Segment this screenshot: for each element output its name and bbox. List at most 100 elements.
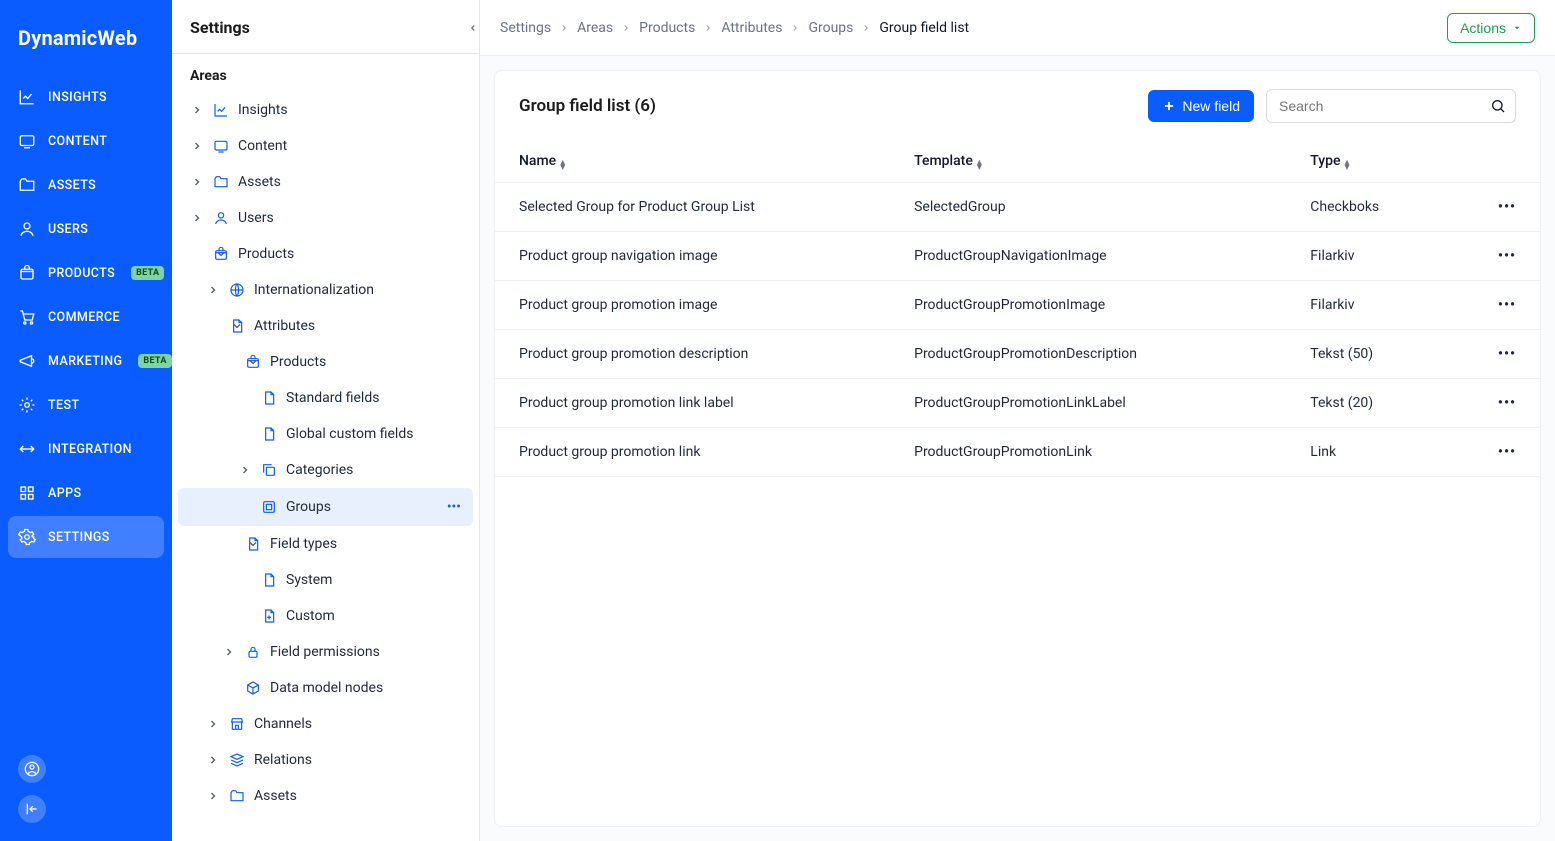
nav-item-integration[interactable]: INTEGRATION — [0, 428, 172, 470]
tree-item-field-types[interactable]: Field types — [172, 526, 479, 562]
table-row[interactable]: Selected Group for Product Group List Se… — [495, 183, 1540, 232]
nav-item-products[interactable]: PRODUCTSBETA — [0, 252, 172, 294]
breadcrumb-products[interactable]: Products — [639, 20, 695, 36]
tree-item-categories[interactable]: Categories — [172, 452, 479, 488]
table-row[interactable]: Product group promotion link ProductGrou… — [495, 428, 1540, 477]
tree-item-relations[interactable]: Relations — [172, 742, 479, 778]
tree-item-standard-fields[interactable]: Standard fields — [172, 380, 479, 416]
caret-right-icon — [206, 789, 220, 803]
tree-item-attributes[interactable]: Attributes — [172, 308, 479, 344]
search-input[interactable] — [1266, 89, 1516, 123]
tree-item-products[interactable]: Products — [172, 344, 479, 380]
cell-template: ProductGroupPromotionDescription — [890, 330, 1286, 379]
row-actions-button[interactable]: ••• — [1474, 281, 1540, 330]
tree-item-label: Field permissions — [270, 644, 467, 660]
tree-item-insights[interactable]: Insights — [172, 92, 479, 128]
caret-right-icon — [190, 139, 204, 153]
tree-item-products[interactable]: Products — [172, 236, 479, 272]
actions-dropdown[interactable]: Actions — [1447, 13, 1535, 43]
chevron-right-icon — [621, 23, 631, 33]
nav-item-insights[interactable]: INSIGHTS — [0, 76, 172, 118]
breadcrumb-attributes[interactable]: Attributes — [721, 20, 782, 36]
sort-icon: ▴▾ — [560, 160, 565, 170]
collapse-nav-button[interactable] — [18, 795, 46, 823]
user-circle-icon — [24, 761, 40, 777]
table-row[interactable]: Product group navigation image ProductGr… — [495, 232, 1540, 281]
tree-item-internationalization[interactable]: Internationalization — [172, 272, 479, 308]
nav-item-assets[interactable]: ASSETS — [0, 164, 172, 206]
table-row[interactable]: Product group promotion description Prod… — [495, 330, 1540, 379]
tree-item-data-model-nodes[interactable]: Data model nodes — [172, 670, 479, 706]
tree-item-label: Standard fields — [286, 390, 467, 406]
tree-item-field-permissions[interactable]: Field permissions — [172, 634, 479, 670]
tree-item-custom[interactable]: Custom — [172, 598, 479, 634]
cell-template: ProductGroupPromotionLink — [890, 428, 1286, 477]
tree-item-label: Insights — [238, 102, 467, 118]
breadcrumb-groups[interactable]: Groups — [808, 20, 853, 36]
products-icon — [18, 264, 36, 282]
cell-type: Tekst (20) — [1286, 379, 1474, 428]
new-field-button[interactable]: New field — [1148, 90, 1254, 122]
insights-icon — [18, 88, 36, 106]
nav-item-test[interactable]: TEST — [0, 384, 172, 426]
column-header-template[interactable]: Template▴▾ — [890, 141, 1286, 183]
tree-item-label: Field types — [270, 536, 467, 552]
row-actions-button[interactable]: ••• — [1474, 428, 1540, 477]
tree-item-label: Groups — [286, 499, 433, 515]
file-icon — [260, 389, 278, 407]
breadcrumb-settings[interactable]: Settings — [500, 20, 551, 36]
cell-type: Filarkiv — [1286, 281, 1474, 330]
tree-item-system[interactable]: System — [172, 562, 479, 598]
caret-down-icon — [190, 247, 204, 261]
cell-name: Selected Group for Product Group List — [495, 183, 890, 232]
column-header-name[interactable]: Name▴▾ — [495, 141, 890, 183]
tree-item-groups[interactable]: Groups ••• — [178, 488, 473, 526]
row-actions-button[interactable]: ••• — [1474, 232, 1540, 281]
cell-name: Product group promotion image — [495, 281, 890, 330]
nav-item-marketing[interactable]: MARKETINGBETA — [0, 340, 172, 382]
secondary-nav: Settings Areas Insights Content Assets U… — [172, 0, 480, 841]
caret-none-icon — [238, 609, 252, 623]
caret-right-icon — [206, 753, 220, 767]
nav-item-apps[interactable]: APPS — [0, 472, 172, 514]
cell-template: ProductGroupPromotionLinkLabel — [890, 379, 1286, 428]
column-header-type[interactable]: Type▴▾ — [1286, 141, 1474, 183]
sort-icon: ▴▾ — [977, 160, 982, 170]
file-icon — [260, 425, 278, 443]
table-row[interactable]: Product group promotion link label Produ… — [495, 379, 1540, 428]
breadcrumb-areas[interactable]: Areas — [577, 20, 613, 36]
secondary-collapse-handle[interactable] — [466, 0, 480, 56]
tree-item-label: Relations — [254, 752, 467, 768]
tree-item-label: Global custom fields — [286, 426, 467, 442]
cell-type: Filarkiv — [1286, 232, 1474, 281]
row-actions-button[interactable]: ••• — [1474, 183, 1540, 232]
integration-icon — [18, 440, 36, 458]
plus-icon — [1162, 99, 1176, 113]
nav-item-settings[interactable]: SETTINGS — [8, 516, 164, 558]
nav-item-commerce[interactable]: COMMERCE — [0, 296, 172, 338]
tree-item-assets[interactable]: Assets — [172, 778, 479, 814]
tree-item-users[interactable]: Users — [172, 200, 479, 236]
table-row[interactable]: Product group promotion image ProductGro… — [495, 281, 1540, 330]
tree-item-more-button[interactable]: ••• — [441, 497, 467, 517]
nav-item-content[interactable]: CONTENT — [0, 120, 172, 162]
user-account-button[interactable] — [18, 755, 46, 783]
tree-item-content[interactable]: Content — [172, 128, 479, 164]
settings-icon — [18, 528, 36, 546]
tree-item-global-custom-fields[interactable]: Global custom fields — [172, 416, 479, 452]
nav-item-users[interactable]: USERS — [0, 208, 172, 250]
main-content: SettingsAreasProductsAttributesGroupsGro… — [480, 0, 1555, 841]
user-icon — [212, 209, 230, 227]
tree-item-assets[interactable]: Assets — [172, 164, 479, 200]
row-actions-button[interactable]: ••• — [1474, 379, 1540, 428]
caret-right-icon — [222, 645, 236, 659]
nav-item-label: APPS — [48, 486, 81, 501]
caret-down-icon — [1512, 23, 1522, 33]
tree-item-channels[interactable]: Channels — [172, 706, 479, 742]
caret-right-icon — [206, 283, 220, 297]
users-icon — [18, 220, 36, 238]
sort-icon: ▴▾ — [1345, 160, 1350, 170]
caret-down-icon — [222, 537, 236, 551]
row-actions-button[interactable]: ••• — [1474, 330, 1540, 379]
commerce-icon — [18, 308, 36, 326]
